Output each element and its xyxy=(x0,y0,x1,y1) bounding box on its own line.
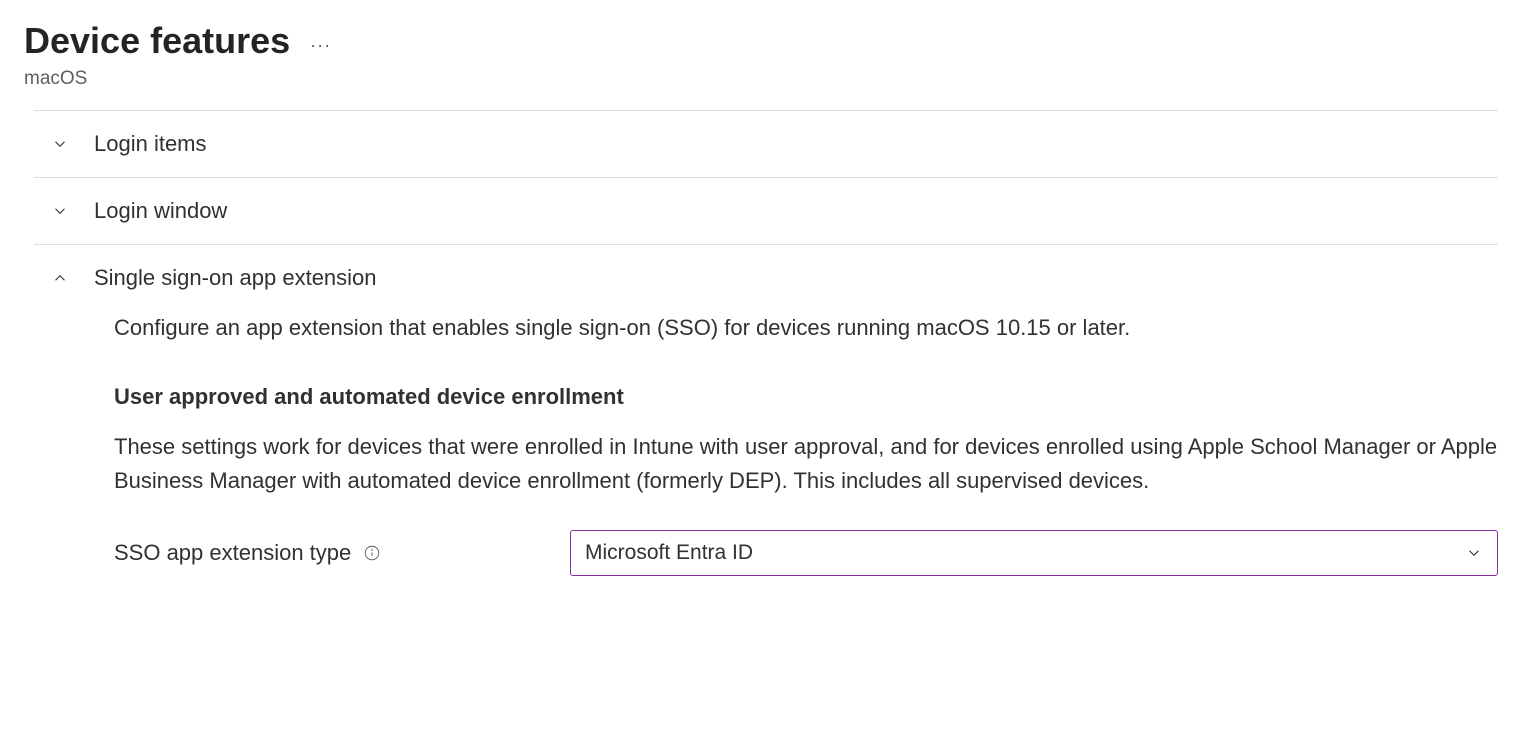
more-options-icon[interactable]: ··· xyxy=(310,35,331,56)
chevron-down-icon xyxy=(50,134,70,154)
section-title: Login items xyxy=(94,131,207,157)
page-header: Device features ··· macOS xyxy=(24,20,1498,90)
page-title: Device features xyxy=(24,20,290,62)
sso-type-dropdown[interactable]: Microsoft Entra ID xyxy=(570,530,1498,576)
chevron-up-icon xyxy=(50,268,70,288)
section-description: Configure an app extension that enables … xyxy=(114,311,1498,344)
section-login-window: Login window xyxy=(34,177,1498,244)
header-title-row: Device features ··· xyxy=(24,20,1498,62)
dropdown-value: Microsoft Entra ID xyxy=(585,541,753,565)
section-sso-extension: Single sign-on app extension Configure a… xyxy=(34,244,1498,600)
section-login-items: Login items xyxy=(34,110,1498,177)
chevron-down-icon xyxy=(1465,544,1483,562)
info-icon[interactable] xyxy=(363,544,381,562)
section-body-sso: Configure an app extension that enables … xyxy=(34,311,1498,600)
section-subheading: User approved and automated device enrol… xyxy=(114,384,1498,410)
page-subtitle: macOS xyxy=(24,68,1498,90)
chevron-down-icon xyxy=(50,201,70,221)
section-header-sso-extension[interactable]: Single sign-on app extension xyxy=(34,245,1498,311)
section-body-text: These settings work for devices that wer… xyxy=(114,430,1498,498)
field-label-sso-type: SSO app extension type xyxy=(114,540,554,566)
field-row-sso-type: SSO app extension type Microsoft Entra I… xyxy=(114,530,1498,576)
section-title: Single sign-on app extension xyxy=(94,265,377,291)
label-text: SSO app extension type xyxy=(114,540,351,566)
section-header-login-window[interactable]: Login window xyxy=(34,178,1498,244)
section-header-login-items[interactable]: Login items xyxy=(34,111,1498,177)
section-title: Login window xyxy=(94,198,227,224)
